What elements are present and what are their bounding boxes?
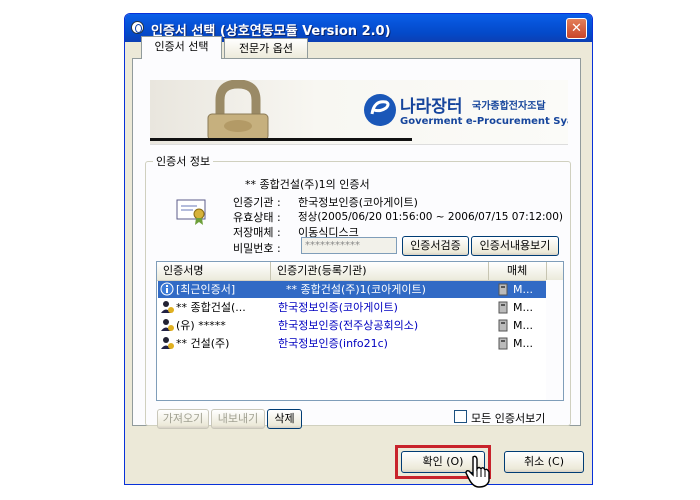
storage-label: 저장매체 : bbox=[233, 226, 281, 239]
app-icon bbox=[131, 21, 144, 34]
e-logo-icon bbox=[364, 94, 396, 126]
list-header: 인증서명 인증기관(등록기관) 매체 bbox=[157, 262, 563, 281]
cert-media: M... bbox=[513, 301, 533, 314]
info-icon bbox=[160, 282, 174, 296]
cert-name: ** 건설(주) bbox=[176, 337, 230, 350]
user-cert-icon bbox=[161, 301, 174, 313]
tab-cert-select[interactable]: 인증서 선택 bbox=[141, 36, 222, 59]
cert-media: M... bbox=[513, 337, 533, 350]
list-item[interactable]: ** 종합건설(... 한국정보인증(코아게이트) M... bbox=[158, 299, 546, 316]
column-issuer[interactable]: 인증기관(등록기관) bbox=[271, 262, 489, 280]
view-cert-details-button[interactable]: 인증서내용보기 bbox=[471, 236, 559, 256]
cert-media: M... bbox=[513, 283, 533, 296]
password-label: 비밀번호 : bbox=[233, 242, 281, 255]
disk-icon bbox=[498, 283, 508, 296]
list-scroll-area[interactable] bbox=[546, 280, 563, 400]
show-all-label: 모든 인증서보기 bbox=[471, 412, 546, 425]
column-media[interactable]: 매체 bbox=[489, 262, 547, 280]
certificate-list[interactable]: 인증서명 인증기관(등록기관) 매체 [최근인증서] ** 종합건설(주)1(코… bbox=[156, 261, 564, 401]
cert-name: [최근인증서] bbox=[176, 283, 236, 296]
cert-issuer: 한국정보인증(전주상공회의소) bbox=[278, 319, 419, 332]
list-item[interactable]: [최근인증서] ** 종합건설(주)1(코아게이트) M... bbox=[158, 281, 546, 298]
import-button[interactable]: 가져오기 bbox=[157, 409, 209, 429]
cert-name: ** 종합건설(... bbox=[176, 301, 246, 314]
delete-button[interactable]: 삭제 bbox=[267, 409, 302, 429]
disk-icon bbox=[498, 337, 508, 350]
procurement-banner: 나라장터 국가종합전자조달 Goverment e-Procurement Sy… bbox=[150, 80, 568, 145]
certificate-icon bbox=[176, 199, 206, 225]
user-cert-icon bbox=[161, 319, 174, 331]
banner-divider bbox=[150, 138, 412, 141]
brand-main: 나라장터 bbox=[400, 97, 463, 117]
padlock-icon bbox=[207, 80, 269, 141]
brand-sub: 국가종합전자조달 bbox=[472, 101, 546, 112]
cert-issuer: 한국정보인증(info21c) bbox=[278, 337, 388, 350]
cancel-button[interactable]: 취소 (C) bbox=[504, 451, 584, 473]
column-cert-name[interactable]: 인증서명 bbox=[157, 262, 271, 280]
disk-icon bbox=[498, 319, 508, 332]
verify-cert-button[interactable]: 인증서검증 bbox=[402, 236, 469, 256]
tab-expert-options[interactable]: 전문가 옵션 bbox=[224, 38, 308, 59]
cert-media: M... bbox=[513, 319, 533, 332]
show-all-checkbox[interactable] bbox=[454, 410, 467, 423]
list-item[interactable]: (유) ***** 한국정보인증(전주상공회의소) M... bbox=[158, 317, 546, 334]
password-field[interactable]: *********** bbox=[301, 237, 397, 254]
brand-english: Goverment e-Procurement Syatem bbox=[400, 116, 568, 127]
validity-value: 정상(2005/06/20 01:56:00 ~ 2006/07/15 07:1… bbox=[298, 211, 564, 223]
cert-issuer: ** 종합건설(주)1(코아게이트) bbox=[286, 283, 426, 296]
cert-issuer: 한국정보인증(코아게이트) bbox=[278, 301, 398, 314]
list-item[interactable]: ** 건설(주) 한국정보인증(info21c) M... bbox=[158, 335, 546, 352]
issuer-label: 인증기관 : bbox=[233, 196, 281, 209]
disk-icon bbox=[498, 301, 508, 314]
cert-name: (유) ***** bbox=[176, 319, 226, 332]
user-cert-icon bbox=[161, 337, 174, 349]
cert-owner-line: ** 종합건설(주)1의 인증서 bbox=[245, 178, 370, 191]
validity-label: 유효상태 : bbox=[233, 211, 281, 224]
cert-info-group-label: 인증서 정보 bbox=[153, 153, 214, 169]
issuer-value: 한국정보인증(코아게이트) bbox=[298, 196, 418, 209]
close-button[interactable]: ✕ bbox=[566, 18, 587, 39]
export-button[interactable]: 내보내기 bbox=[211, 409, 265, 429]
hand-cursor-icon bbox=[465, 455, 490, 488]
